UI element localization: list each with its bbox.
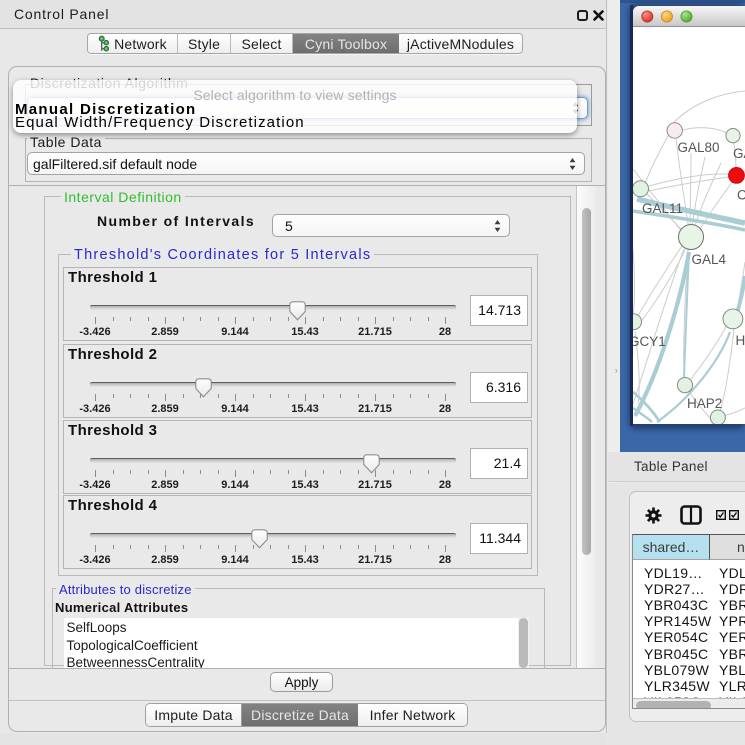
svg-text:GAL11: GAL11 xyxy=(642,201,683,216)
svg-text:GAL80: GAL80 xyxy=(678,140,720,155)
svg-text:H: H xyxy=(736,333,745,348)
svg-text:C: C xyxy=(737,188,745,203)
svg-text:GCY1: GCY1 xyxy=(633,334,666,349)
svg-text:GAL4: GAL4 xyxy=(692,252,727,267)
svg-text:HAP2: HAP2 xyxy=(687,396,722,411)
svg-text:GA: GA xyxy=(733,146,745,161)
